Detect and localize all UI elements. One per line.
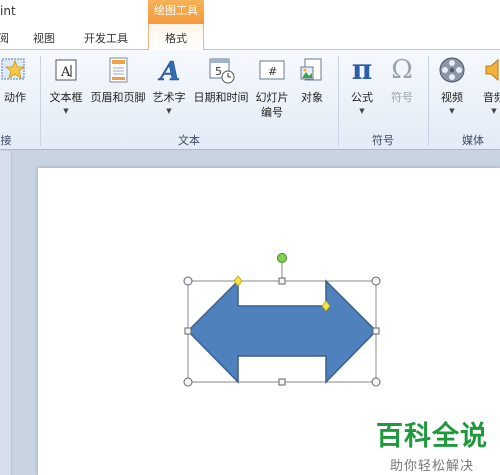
left-right-arrow-shape[interactable] [186, 279, 378, 384]
resize-handle-top[interactable] [278, 277, 286, 285]
resize-handle-bottom-left[interactable] [183, 377, 193, 387]
resize-handle-right[interactable] [372, 327, 380, 335]
watermark-logo: 百科全说 助你轻松解决 [376, 414, 488, 474]
resize-handle-top-right[interactable] [371, 276, 381, 286]
watermark-main-text: 百科全说 [376, 421, 488, 452]
watermark-sub-text: 助你轻松解决 [389, 459, 474, 474]
resize-handle-left[interactable] [184, 327, 192, 335]
resize-handle-bottom[interactable] [278, 378, 286, 386]
shape-layer [183, 253, 381, 387]
rotation-handle[interactable] [277, 253, 287, 263]
resize-handle-bottom-right[interactable] [371, 377, 381, 387]
resize-handle-top-left[interactable] [183, 276, 193, 286]
